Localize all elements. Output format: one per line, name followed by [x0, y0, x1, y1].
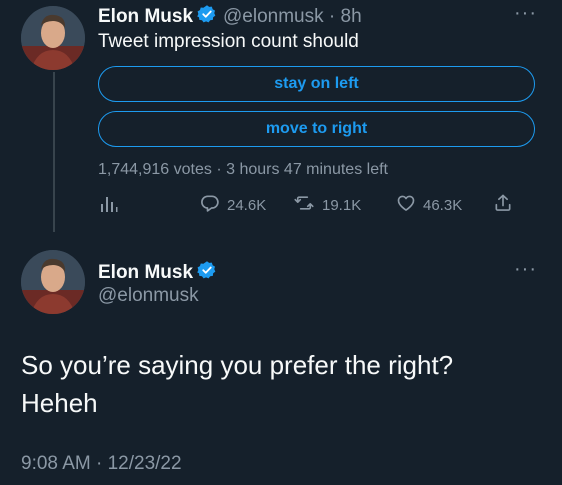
avatar[interactable]	[21, 6, 85, 70]
reply-icon	[200, 193, 220, 217]
analytics-button[interactable]	[98, 194, 118, 218]
retweet-icon	[293, 193, 315, 217]
thread-connector	[53, 72, 55, 232]
poll-option-stay-on-left[interactable]: stay on left	[98, 66, 535, 102]
tweet-text: Tweet impression count should	[98, 31, 359, 52]
tweet-text-line: So you’re saying you prefer the right?	[21, 350, 454, 380]
more-options-icon[interactable]: ···	[514, 258, 537, 281]
tweet-timestamp[interactable]: 9:08 AM · 12/23/22	[21, 453, 182, 475]
author-handle[interactable]: @elonmusk	[98, 285, 199, 307]
tweet-text-line: Heheh	[21, 388, 98, 418]
verified-badge-icon	[197, 4, 217, 29]
retweet-count: 19.1K	[322, 196, 362, 214]
time-left: 3 hours 47 minutes left	[226, 161, 388, 178]
reply-button[interactable]: 24.6K	[200, 193, 266, 217]
separator-dot: ·	[216, 161, 222, 178]
author-handle[interactable]: @elonmusk	[223, 6, 324, 27]
analytics-icon	[98, 194, 118, 218]
poll-option-move-to-right[interactable]: move to right	[98, 111, 535, 147]
like-icon	[396, 193, 416, 217]
author-name[interactable]: Elon Musk	[98, 6, 193, 28]
tweet-time[interactable]: 8h	[341, 6, 362, 27]
vote-count: 1,744,916 votes	[98, 161, 212, 178]
more-options-icon[interactable]: ···	[514, 2, 537, 25]
avatar[interactable]	[21, 250, 85, 314]
tweet-header: Elon Musk	[98, 260, 217, 285]
tweet-body: So you’re saying you prefer the right? H…	[21, 346, 453, 422]
author-name[interactable]: Elon Musk	[98, 262, 193, 284]
poll-meta: 1,744,916 votes · 3 hours 47 minutes lef…	[98, 161, 388, 179]
reply-count: 24.6K	[227, 196, 267, 214]
share-button[interactable]	[493, 193, 513, 217]
separator-dot: ·	[328, 5, 336, 27]
retweet-button[interactable]: 19.1K	[293, 193, 361, 217]
verified-badge-icon	[197, 260, 217, 285]
like-count: 46.3K	[423, 196, 463, 214]
action-bar: 24.6K 19.1K 46.3K	[98, 190, 535, 218]
like-button[interactable]: 46.3K	[396, 193, 462, 217]
tweet-header: Elon Musk @elonmusk · 8h	[98, 4, 362, 29]
share-icon	[493, 193, 513, 217]
